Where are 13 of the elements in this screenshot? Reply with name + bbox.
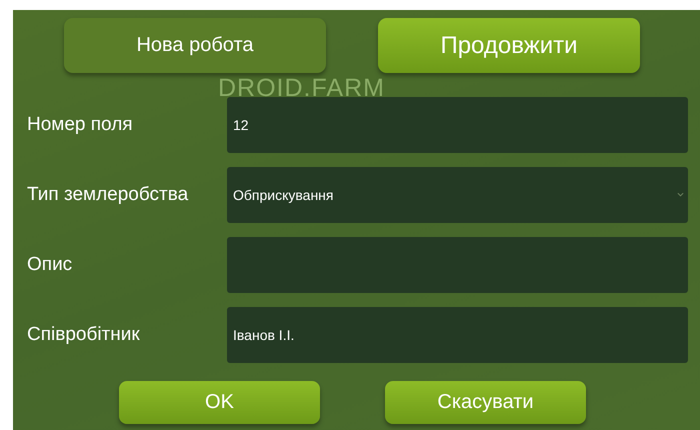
input-field[interactable]: Іванов І.І. bbox=[227, 307, 688, 363]
input-field[interactable] bbox=[227, 237, 688, 293]
tab-button[interactable]: Нова робота bbox=[64, 18, 326, 73]
field-label: Тип землеробства bbox=[26, 184, 190, 206]
cancel-button[interactable]: Скасувати bbox=[385, 381, 586, 424]
field-label: Номер поля bbox=[26, 114, 134, 136]
ok-button[interactable]: OK bbox=[119, 381, 320, 424]
chevron-down-icon bbox=[677, 192, 684, 197]
dropdown-field[interactable]: Обприскування bbox=[227, 167, 688, 223]
field-label: Співробітник bbox=[26, 324, 141, 346]
tab-button[interactable]: Продовжити bbox=[378, 18, 640, 73]
input-field[interactable]: 12 bbox=[227, 97, 688, 153]
field-label: Опис bbox=[26, 254, 74, 276]
